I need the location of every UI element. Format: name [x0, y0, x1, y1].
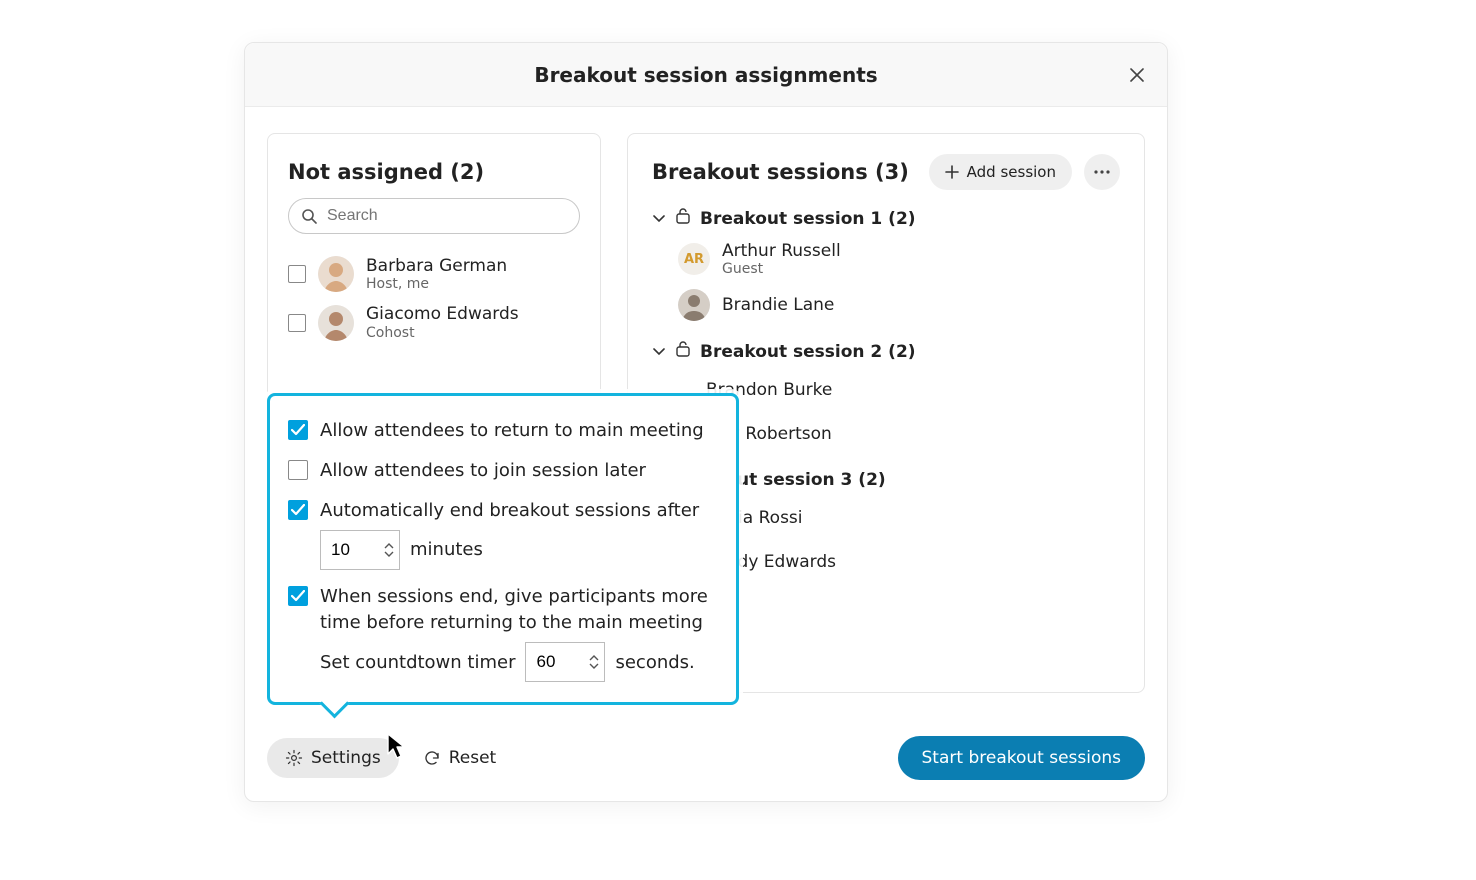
- chevron-down-icon[interactable]: [589, 663, 599, 669]
- not-assigned-row[interactable]: Barbara German Host, me: [288, 250, 580, 298]
- person-role: Cohost: [366, 325, 519, 341]
- settings-label: Settings: [311, 748, 381, 768]
- settings-button[interactable]: Settings: [267, 738, 399, 778]
- chevron-up-icon[interactable]: [589, 655, 599, 661]
- checkbox-join-later[interactable]: [288, 460, 308, 480]
- session-participant[interactable]: AR Arthur Russell Guest: [678, 235, 1120, 283]
- gear-icon: [285, 749, 303, 767]
- session-title: Breakout session 1 (2): [700, 209, 916, 229]
- session-participant[interactable]: Vendy Edwards: [678, 540, 1120, 584]
- participant-name: Arthur Russell: [722, 241, 841, 261]
- person-name: Barbara German: [366, 256, 507, 276]
- session-participant[interactable]: Brandon Burke: [678, 368, 1120, 412]
- chevron-up-icon[interactable]: [384, 543, 394, 549]
- participant-name: Brandie Lane: [722, 295, 834, 315]
- session-participant[interactable]: Guy Robertson: [678, 412, 1120, 456]
- reset-icon: [423, 749, 441, 767]
- minutes-stepper[interactable]: [320, 530, 400, 570]
- seconds-stepper[interactable]: [525, 642, 605, 682]
- reset-button[interactable]: Reset: [423, 748, 497, 768]
- unlock-icon: [676, 208, 690, 229]
- start-sessions-button[interactable]: Start breakout sessions: [898, 736, 1145, 780]
- checkbox-countdown[interactable]: [288, 586, 308, 606]
- minutes-unit: minutes: [410, 539, 483, 560]
- seconds-unit: seconds.: [615, 652, 694, 673]
- more-icon: [1094, 170, 1110, 174]
- avatar: [318, 256, 354, 292]
- person-checkbox[interactable]: [288, 314, 306, 332]
- chevron-down-icon: [652, 348, 666, 356]
- start-sessions-label: Start breakout sessions: [922, 748, 1121, 768]
- checkbox-return-main[interactable]: [288, 420, 308, 440]
- avatar: [678, 289, 710, 321]
- session-participant[interactable]: Brandie Lane: [678, 283, 1120, 327]
- add-session-label: Add session: [967, 163, 1056, 181]
- search-icon: [301, 208, 317, 224]
- session: Breakout session 1 (2) AR Arthur Russell…: [652, 202, 1120, 327]
- close-icon: [1130, 68, 1144, 82]
- avatar: AR: [678, 243, 710, 275]
- dialog-header: Breakout session assignments: [245, 43, 1167, 107]
- seconds-input[interactable]: [526, 652, 584, 672]
- not-assigned-title: Not assigned (2): [288, 160, 580, 184]
- not-assigned-row[interactable]: Giacomo Edwards Cohost: [288, 298, 580, 346]
- option-countdown: When sessions end, give participants mor…: [320, 584, 718, 636]
- checkbox-auto-end[interactable]: [288, 500, 308, 520]
- avatar: [318, 305, 354, 341]
- search-input[interactable]: [325, 206, 567, 226]
- reset-label: Reset: [449, 748, 497, 768]
- option-return-main: Allow attendees to return to main meetin…: [320, 418, 704, 444]
- add-session-button[interactable]: Add session: [929, 154, 1072, 190]
- dialog-title: Breakout session assignments: [534, 63, 877, 87]
- person-name: Giacomo Edwards: [366, 304, 519, 324]
- breakout-dialog: Breakout session assignments Not assigne…: [244, 42, 1168, 802]
- option-join-later: Allow attendees to join session later: [320, 458, 646, 484]
- option-auto-end: Automatically end breakout sessions afte…: [320, 498, 699, 524]
- dialog-footer: Settings Reset Start breakout sessions: [245, 715, 1167, 801]
- countdown-label: Set countdtown timer: [320, 652, 515, 673]
- session-participant[interactable]: Maria Rossi: [678, 496, 1120, 540]
- session-title: Breakout session 2 (2): [700, 342, 916, 362]
- unlock-icon: [676, 341, 690, 362]
- chevron-down-icon[interactable]: [384, 551, 394, 557]
- check-icon: [291, 504, 305, 516]
- plus-icon: [945, 165, 959, 179]
- minutes-input[interactable]: [321, 540, 379, 560]
- check-icon: [291, 590, 305, 602]
- participant-role: Guest: [722, 261, 841, 277]
- settings-popover: Allow attendees to return to main meetin…: [267, 393, 739, 705]
- sessions-title: Breakout sessions (3): [652, 160, 909, 184]
- close-button[interactable]: [1123, 61, 1151, 89]
- chevron-down-icon: [652, 215, 666, 223]
- search-field[interactable]: [288, 198, 580, 234]
- session-header[interactable]: Breakout session 1 (2): [652, 202, 1120, 235]
- person-checkbox[interactable]: [288, 265, 306, 283]
- session-header[interactable]: Breakout session 2 (2): [652, 335, 1120, 368]
- check-icon: [291, 424, 305, 436]
- more-button[interactable]: [1084, 154, 1120, 190]
- person-role: Host, me: [366, 276, 507, 292]
